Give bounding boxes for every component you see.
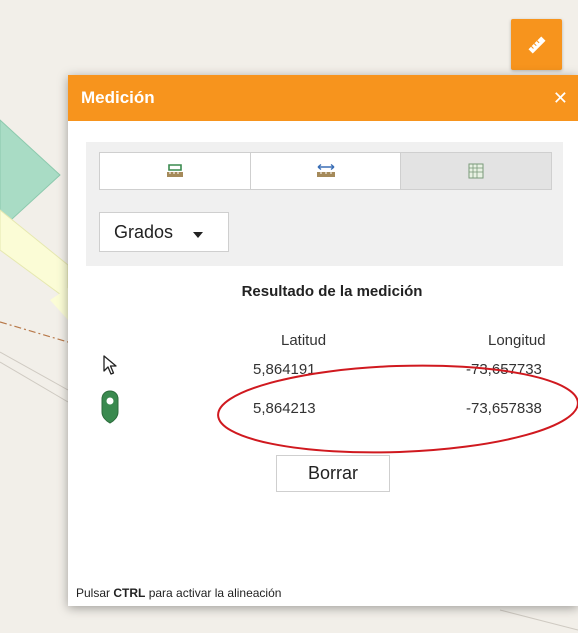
latitude-header: Latitud [281, 332, 327, 349]
point-longitude: -73,657838 [466, 400, 542, 417]
ctrl-key: CTRL [113, 586, 146, 600]
ruler-icon [528, 36, 545, 53]
result-title: Resultado de la medición [241, 283, 423, 300]
cursor-longitude: -73,657733 [466, 361, 542, 378]
distance-ruler-icon [316, 163, 335, 177]
unit-select-value: Grados [114, 221, 174, 242]
point-latitude: 5,864213 [253, 400, 316, 417]
area-grid-icon [468, 163, 484, 179]
map-pin-icon [101, 390, 119, 424]
clear-button[interactable]: Borrar [276, 455, 390, 492]
chevron-down-icon [193, 222, 204, 243]
close-icon[interactable]: ✕ [553, 88, 568, 109]
tab-distance[interactable] [251, 153, 402, 189]
measurement-panel: Medición ✕ Grados Resultado de la medici… [68, 75, 578, 606]
measure-toggle-button[interactable] [511, 19, 562, 70]
cursor-latitude: 5,864191 [253, 361, 316, 378]
longitude-header: Longitud [488, 332, 546, 349]
panel-header: Medición ✕ [68, 75, 578, 121]
tool-area: Grados [86, 142, 563, 266]
panel-title: Medición [81, 88, 155, 107]
cursor-arrow-icon [103, 355, 117, 375]
tab-area[interactable] [401, 153, 552, 189]
alignment-hint: Pulsar CTRL para activar la alineación [76, 586, 282, 600]
measure-mode-tabs [99, 152, 552, 190]
tab-location[interactable] [100, 153, 251, 189]
pin-ruler-icon [166, 164, 183, 177]
unit-select[interactable]: Grados [99, 212, 229, 252]
